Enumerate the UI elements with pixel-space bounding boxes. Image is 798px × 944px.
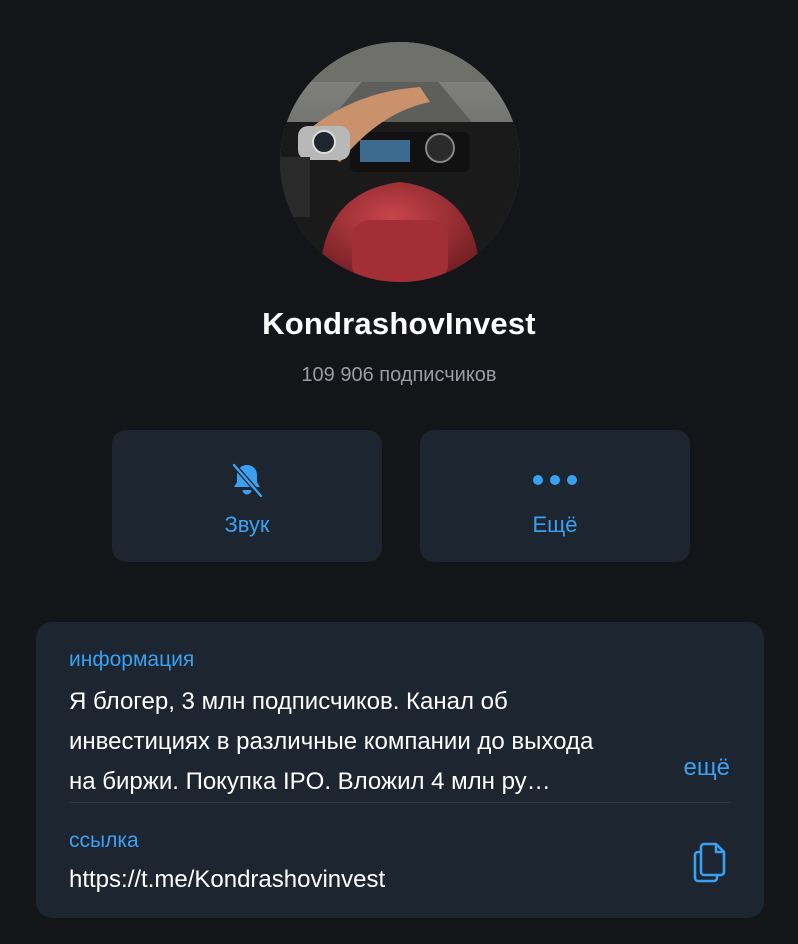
more-button[interactable]: Ещё	[420, 430, 690, 562]
info-label: информация	[69, 648, 195, 671]
info-line: на биржи. Покупка IPO. Вложил 4 млн ру…	[69, 768, 551, 795]
channel-avatar[interactable]	[280, 42, 520, 282]
link-label: ссылка	[69, 829, 139, 852]
channel-name: KondrashovInvest	[262, 306, 536, 341]
divider	[69, 802, 731, 803]
more-button-label: Ещё	[532, 512, 578, 537]
sound-button-label: Звук	[224, 512, 270, 537]
channel-link[interactable]: https://t.me/Kondrashovinvest	[69, 866, 385, 894]
bell-muted-icon	[112, 458, 382, 502]
info-card: информация Я блогер, 3 млн подписчиков. …	[36, 622, 764, 918]
avatar-image	[280, 42, 520, 282]
info-line: Я блогер, 3 млн подписчиков. Канал об	[69, 688, 508, 715]
sound-button[interactable]: Звук	[112, 430, 382, 562]
copy-icon[interactable]	[690, 840, 730, 884]
info-description[interactable]: Я блогер, 3 млн подписчиков. Канал об ин…	[69, 682, 729, 802]
more-dots-icon	[420, 458, 690, 502]
info-line: инвестициях в различные компании до выхо…	[69, 728, 594, 755]
info-more-link[interactable]: ещё	[684, 754, 730, 782]
subscriber-count: 109 906 подписчиков	[301, 364, 497, 386]
